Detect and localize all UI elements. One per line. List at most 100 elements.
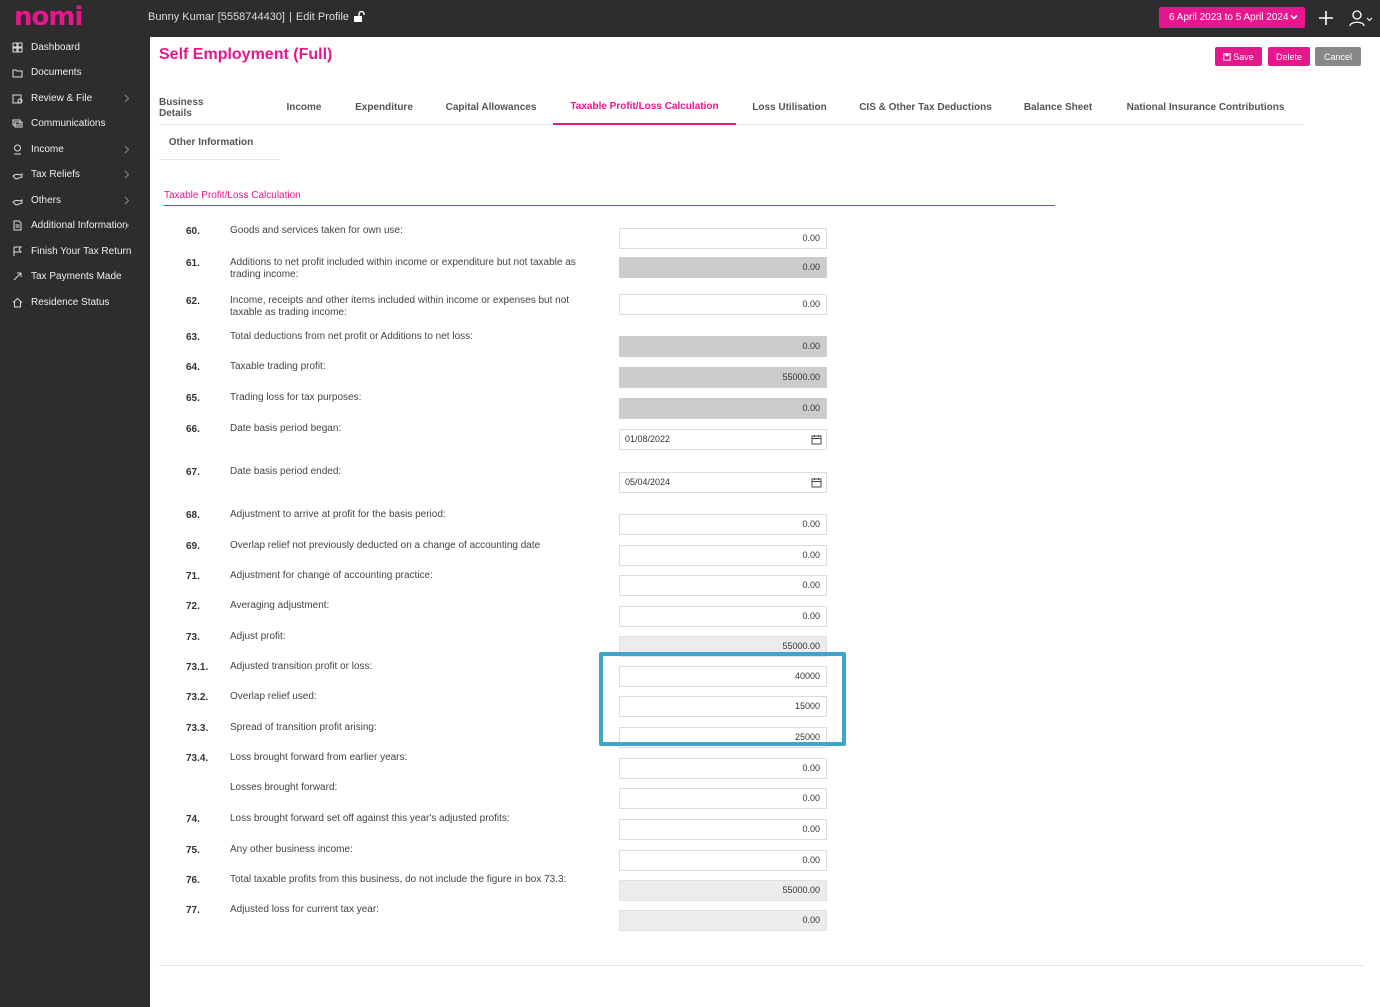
row-number: 76. <box>186 875 200 886</box>
tab-other-information[interactable]: Other Information <box>159 125 263 160</box>
amount-field: 55000.00 <box>619 880 827 901</box>
field-value: 55000.00 <box>782 372 820 382</box>
unlock-icon[interactable] <box>353 11 365 23</box>
chevron-right-icon <box>124 145 130 154</box>
tab-capital-allowances[interactable]: Capital Allowances <box>440 90 542 125</box>
row-label: Taxable trading profit: <box>230 361 326 372</box>
home-icon <box>12 297 23 308</box>
payment-icon <box>13 272 22 281</box>
form-row: 67. Date basis period ended: 05/04/2024 <box>150 464 1050 494</box>
form-row: 66. Date basis period began: 01/08/2022 <box>150 421 1050 451</box>
folder-icon <box>12 69 23 78</box>
tax-period-select[interactable]: 6 April 2023 to 5 April 2024 <box>1159 7 1305 28</box>
row-label: Adjust profit: <box>230 631 286 642</box>
form-row: 61. Additions to net profit included with… <box>150 255 1050 285</box>
save-button[interactable]: Save <box>1215 47 1262 66</box>
row-label: Adjusted loss for current tax year: <box>230 904 379 915</box>
form-row: 77. Adjusted loss for current tax year: 0.… <box>150 902 1050 932</box>
sidebar-item-review-file[interactable]: Review & File <box>0 86 150 111</box>
form-row: 73.4. Loss brought forward from earlier y… <box>150 750 1050 780</box>
tab-loss-utilisation[interactable]: Loss Utilisation <box>747 90 832 125</box>
field-value: 0.00 <box>802 915 820 925</box>
amount-field[interactable]: 0.00 <box>619 758 827 779</box>
row-label: Any other business income: <box>230 844 353 855</box>
tab-business-details[interactable]: Business Details <box>159 90 233 125</box>
row-number: 73.1. <box>186 662 209 673</box>
flag-icon <box>13 246 23 256</box>
sidebar-item-tax-payments-made[interactable]: Tax Payments Made <box>0 264 150 289</box>
plus-icon[interactable] <box>1317 9 1335 27</box>
delete-button[interactable]: Delete <box>1268 47 1310 66</box>
sidebar-item-label: Others <box>31 195 62 206</box>
field-value: 0.00 <box>802 793 820 803</box>
row-number: 74. <box>186 814 200 825</box>
sidebar-item-income[interactable]: Income <box>0 137 150 162</box>
tax-period-value: 6 April 2023 to 5 April 2024 <box>1169 12 1289 23</box>
form-row: 65. Trading loss for tax purposes: 0.00 <box>150 390 1050 420</box>
row-number: 77. <box>186 905 200 916</box>
field-value: 0.00 <box>802 299 820 309</box>
chat-icon <box>12 119 23 128</box>
review-icon <box>12 94 23 104</box>
form-row: 62. Income, receipts and other items incl… <box>150 293 1050 323</box>
tab-expenditure[interactable]: Expenditure <box>348 90 420 125</box>
row-number: 65. <box>186 393 200 404</box>
tab-income[interactable]: Income <box>271 90 337 125</box>
sidebar-item-dashboard[interactable]: Dashboard <box>0 35 150 60</box>
sidebar-item-tax-reliefs[interactable]: Tax Reliefs <box>0 162 150 187</box>
row-number: 64. <box>186 362 200 373</box>
date-field[interactable]: 01/08/2022 <box>619 429 827 450</box>
row-label: Loss brought forward from earlier years: <box>230 752 408 763</box>
row-label: Total deductions from net profit or Addi… <box>230 331 473 342</box>
amount-field[interactable]: 0.00 <box>619 575 827 596</box>
tab-balance-sheet[interactable]: Balance Sheet <box>1018 90 1098 125</box>
cancel-button[interactable]: Cancel <box>1315 47 1361 66</box>
field-value: 05/04/2024 <box>625 477 671 487</box>
amount-field[interactable]: 0.00 <box>619 294 827 315</box>
row-label: Spread of transition profit arising: <box>230 722 377 733</box>
separator: | <box>289 11 292 23</box>
sidebar-item-residence-status[interactable]: Residence Status <box>0 290 150 315</box>
sidebar-item-others[interactable]: Others <box>0 188 150 213</box>
row-label: Adjustment for change of accounting prac… <box>230 570 433 581</box>
row-number: 67. <box>186 467 200 478</box>
amount-field[interactable]: 0.00 <box>619 545 827 566</box>
app-logo[interactable]: nomi <box>14 3 83 31</box>
sidebar-item-documents[interactable]: Documents <box>0 60 150 85</box>
row-label: Goods and services taken for own use: <box>230 225 403 236</box>
amount-field[interactable]: 0.00 <box>619 850 827 871</box>
user-info: Bunny Kumar [5558744430] | Edit Profile <box>148 11 365 23</box>
calendar-icon[interactable] <box>811 434 822 445</box>
row-label: Averaging adjustment: <box>230 600 330 611</box>
sidebar-item-communications[interactable]: Communications <box>0 111 150 136</box>
edit-profile-link[interactable]: Edit Profile <box>296 11 349 23</box>
section-title: Taxable Profit/Loss Calculation <box>164 190 1055 206</box>
amount-field[interactable]: 0.00 <box>619 606 827 627</box>
row-number: 66. <box>186 424 200 435</box>
save-icon <box>1223 52 1231 61</box>
row-label: Trading loss for tax purposes: <box>230 392 362 403</box>
tabs-row-1: Business Details Income Expenditure Capi… <box>159 90 1303 125</box>
form-row: Losses brought forward: 0.00 <box>150 780 1050 810</box>
sidebar-item-additional-information[interactable]: Additional Information <box>0 213 150 238</box>
sidebar-item-finish-your-tax-return[interactable]: Finish Your Tax Return <box>0 239 150 264</box>
date-field[interactable]: 05/04/2024 <box>619 472 827 493</box>
form-row: 64. Taxable trading profit: 55000.00 <box>150 359 1050 389</box>
sidebar-item-label: Documents <box>31 67 82 78</box>
amount-field: 55000.00 <box>619 367 827 388</box>
document-icon <box>13 220 22 231</box>
tab-national-insurance[interactable]: National Insurance Contributions <box>1118 90 1293 125</box>
field-value: 0.00 <box>802 403 820 413</box>
row-number: 61. <box>186 258 200 269</box>
user-menu-icon[interactable] <box>1349 9 1373 27</box>
tab-cis-other-tax[interactable]: CIS & Other Tax Deductions <box>853 90 998 125</box>
amount-field[interactable]: 0.00 <box>619 228 827 249</box>
chevron-right-icon <box>124 170 130 179</box>
amount-field[interactable]: 0.00 <box>619 788 827 809</box>
tab-taxable-profit-loss[interactable]: Taxable Profit/Loss Calculation <box>553 90 736 125</box>
calendar-icon[interactable] <box>811 477 822 488</box>
highlight-box <box>599 652 846 746</box>
amount-field[interactable]: 0.00 <box>619 514 827 535</box>
field-value: 55000.00 <box>782 885 820 895</box>
amount-field[interactable]: 0.00 <box>619 819 827 840</box>
